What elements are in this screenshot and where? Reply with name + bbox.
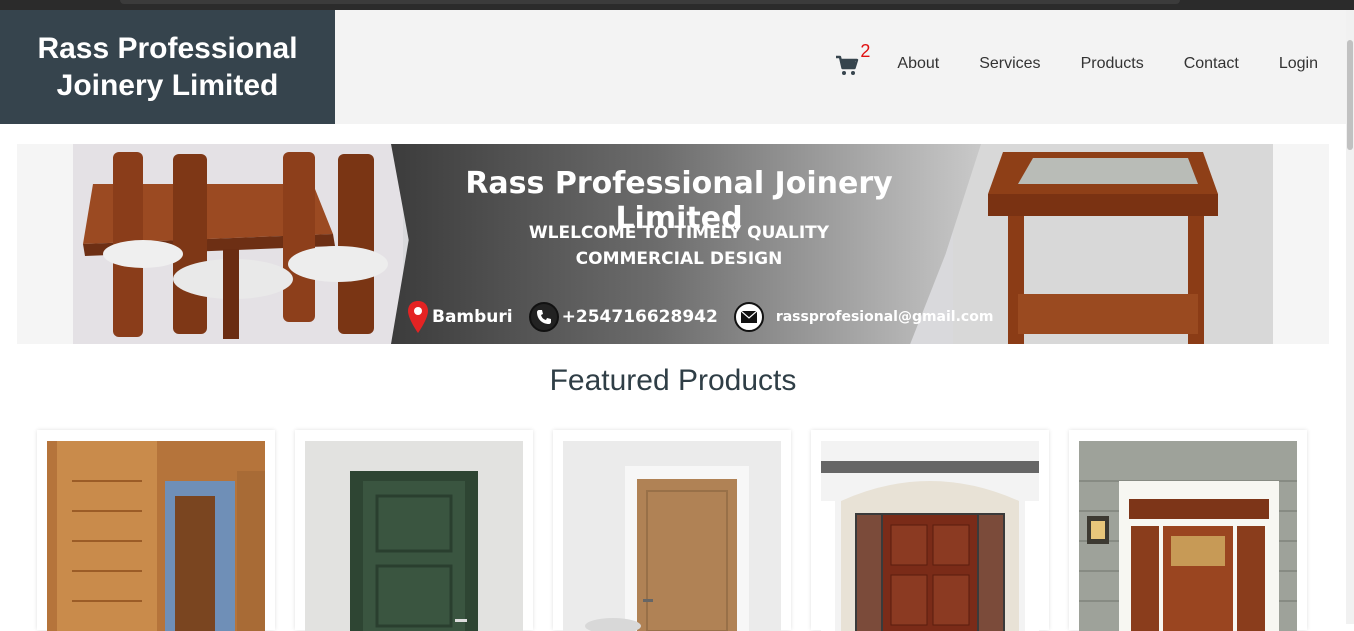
site-header: Rass Professional Joinery Limited 2 Abou… (0, 10, 1346, 124)
product-card[interactable] (553, 430, 791, 631)
featured-products-heading: Featured Products (549, 364, 797, 397)
product-card[interactable] (811, 430, 1049, 631)
product-card[interactable] (37, 430, 275, 631)
hero-banner: Rass Professional Joinery Limited WLELCO… (17, 144, 1329, 344)
location-item: Bamburi (407, 300, 513, 334)
nav-contact[interactable]: Contact (1184, 55, 1239, 73)
banner-contact-row: Bamburi +254716628942 rassprofesional@gm… (407, 299, 1009, 335)
brand-line-1: Rass Professional (37, 32, 298, 65)
phone-text: +254716628942 (561, 307, 718, 327)
product-image[interactable] (821, 441, 1039, 631)
product-image[interactable] (47, 441, 265, 631)
email-item: rassprofesional@gmail.com (733, 302, 994, 332)
email-text: rassprofesional@gmail.com (775, 309, 994, 325)
browser-top-strip (0, 0, 1354, 10)
product-card[interactable] (295, 430, 533, 631)
nav-products[interactable]: Products (1081, 55, 1144, 73)
cart-icon (836, 55, 859, 75)
banner-image: Rass Professional Joinery Limited WLELCO… (73, 144, 1273, 344)
banner-subtitle-line-1: WLELCOME TO TIMELY QUALITY (528, 223, 830, 243)
product-card[interactable] (1069, 430, 1307, 631)
nav-services[interactable]: Services (979, 55, 1040, 73)
featured-products-grid (37, 430, 1317, 631)
nav-login[interactable]: Login (1279, 55, 1318, 73)
browser-tab-bar (120, 0, 1180, 4)
dining-set-image (73, 144, 403, 344)
banner-subtitle: WLELCOME TO TIMELY QUALITY COMMERCIAL DE… (479, 220, 879, 272)
location-text: Bamburi (432, 307, 513, 327)
nav-about[interactable]: About (897, 55, 939, 73)
main-nav: 2 About Services Products Contact Login (835, 10, 1318, 118)
location-pin-icon (408, 301, 428, 333)
product-image[interactable] (1079, 441, 1297, 631)
scrollbar-thumb[interactable] (1347, 40, 1353, 150)
banner-subtitle-line-2: COMMERCIAL DESIGN (575, 249, 783, 269)
phone-item: +254716628942 (528, 302, 718, 332)
phone-icon (528, 302, 559, 332)
cart-count-badge: 2 (860, 41, 871, 61)
product-image[interactable] (305, 441, 523, 631)
brand-line-2: Joinery Limited (56, 69, 279, 102)
cart-button[interactable]: 2 (835, 41, 875, 79)
site-logo[interactable]: Rass Professional Joinery Limited (0, 10, 335, 124)
product-image[interactable] (563, 441, 781, 631)
email-icon (733, 302, 764, 332)
page-scrollbar[interactable] (1346, 10, 1354, 624)
